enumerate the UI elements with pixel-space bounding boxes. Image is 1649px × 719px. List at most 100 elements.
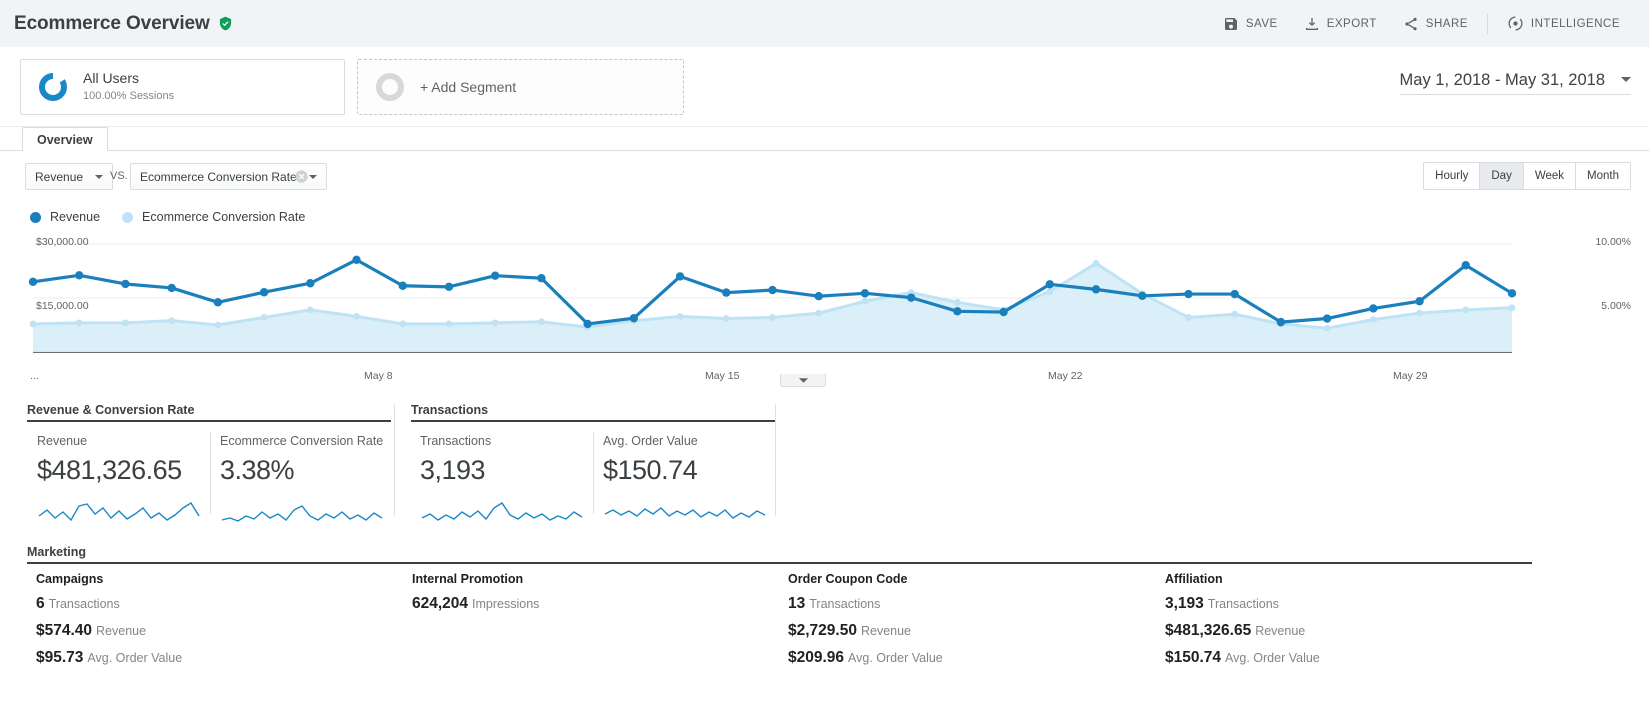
marketing-value: 6 [36,595,45,612]
marketing-label: Avg. Order Value [87,651,183,665]
page-title: Ecommerce Overview [14,12,210,34]
legend-label: Ecommerce Conversion Rate [142,210,306,224]
granularity-hourly-label: Hourly [1435,170,1469,182]
share-label: SHARE [1425,17,1468,30]
marketing-row: $2,729.50 Revenue [788,622,1128,640]
metric-card-value: $481,326.65 [37,455,182,485]
sparkline-avg-order-value [604,507,766,519]
tab-overview-label: Overview [37,132,93,147]
granularity-day-label: Day [1491,170,1512,182]
marketing-label: Avg. Order Value [1225,651,1320,665]
segment-title: All Users [83,70,140,87]
chart-collapse-toggle[interactable] [780,374,826,387]
timeseries-chart[interactable]: $30,000.00 $15,000.00 10.00% 5.00% ... M… [0,232,1649,392]
save-button[interactable]: SAVE [1210,9,1291,39]
add-segment-button[interactable]: + Add Segment [357,59,684,115]
section-divider [775,404,776,516]
marketing-heading: Campaigns [36,572,104,586]
legend-item-conversion-rate[interactable]: Ecommerce Conversion Rate [122,210,305,224]
tab-underline [0,150,1649,151]
marketing-heading: Order Coupon Code [788,572,908,586]
marketing-column-campaigns: Campaigns 6 Transactions $574.40 Revenue $… [36,572,376,667]
export-button[interactable]: EXPORT [1291,9,1390,39]
page-header: Ecommerce Overview SAVE EXPORT SHARE INT… [0,0,1649,47]
intelligence-sparkle-icon [1507,15,1524,32]
granularity-week-label: Week [1534,170,1565,182]
share-button[interactable]: SHARE [1390,9,1481,39]
segment-all-users[interactable]: All Users 100.00% Sessions [20,59,345,115]
metric-card-name: Transactions [420,434,492,448]
segment-all-users-text: All Users 100.00% Sessions [83,70,174,103]
marketing-label: Impressions [472,597,540,611]
date-range-selector[interactable]: May 1, 2018 - May 31, 2018 [1399,71,1631,95]
granularity-group: Hourly Day Week Month [1423,162,1631,190]
marketing-value: 624,204 [412,595,469,612]
chevron-down-icon [95,174,104,179]
marketing-column-internal-promotion: Internal Promotion 624,204 Impressions [412,572,752,613]
metric-card-transactions[interactable]: Transactions 3,193 [420,434,592,533]
segment-bar: All Users 100.00% Sessions + Add Segment… [0,47,1649,127]
legend-color-dot [30,211,41,223]
clear-circle-icon[interactable] [294,169,309,189]
save-label: SAVE [1245,17,1278,30]
x-axis-tick-3: May 22 [1048,370,1083,382]
marketing-label: Revenue [860,624,912,638]
marketing-row: $209.96 Avg. Order Value [788,649,1128,667]
date-range-value: May 1, 2018 - May 31, 2018 [1399,71,1605,89]
metric-card-conversion-rate[interactable]: Ecommerce Conversion Rate 3.38% [220,434,392,533]
section-rule [411,420,775,422]
section-divider [394,404,395,516]
granularity-day[interactable]: Day [1480,163,1524,189]
marketing-value: $2,729.50 [788,622,857,639]
verified-shield-icon [218,16,233,31]
marketing-label: Transactions [1207,597,1279,611]
legend-color-dot [122,211,134,223]
marketing-column-order-coupon-code: Order Coupon Code 13 Transactions $2,729.… [788,572,1128,667]
save-disk-icon [1223,16,1239,32]
marketing-label: Avg. Order Value [848,651,943,665]
share-nodes-icon [1403,16,1419,32]
card-divider [210,432,211,514]
metric-primary-label: Revenue [35,169,84,184]
chevron-down-icon [1621,77,1631,82]
metric-card-name: Revenue [37,434,88,448]
marketing-row: 3,193 Transactions [1165,595,1505,613]
intelligence-button[interactable]: INTELLIGENCE [1494,9,1633,39]
marketing-value: $150.74 [1165,649,1222,666]
tab-row: Overview [0,127,1649,151]
metric-card-value: 3.38% [220,455,295,485]
metric-card-avg-order-value[interactable]: Avg. Order Value $150.74 [603,434,775,533]
x-axis-tick-1: May 8 [364,370,393,382]
empty-donut-icon [374,71,406,103]
metric-card-name: Avg. Order Value [603,434,698,448]
intelligence-label: INTELLIGENCE [1530,17,1620,30]
marketing-row: $574.40 Revenue [36,622,376,640]
export-label: EXPORT [1326,17,1377,30]
marketing-label: Revenue [96,624,147,638]
marketing-row: 13 Transactions [788,595,1128,613]
marketing-column-affiliation: Affiliation 3,193 Transactions $481,326.6… [1165,572,1505,667]
chevron-down-icon [308,174,317,179]
section-rule [27,420,391,422]
section-rule [27,562,1532,564]
metric-card-revenue[interactable]: Revenue $481,326.65 [37,434,209,533]
tab-overview[interactable]: Overview [22,127,108,151]
granularity-month[interactable]: Month [1576,163,1630,189]
marketing-row: 6 Transactions [36,595,376,613]
chart-legend: Revenue Ecommerce Conversion Rate [30,210,305,224]
granularity-hourly[interactable]: Hourly [1424,163,1481,189]
sparkline-revenue [38,502,200,522]
metric-card-value: $150.74 [603,455,698,485]
export-download-icon [1304,16,1320,32]
marketing-row: 624,204 Impressions [412,595,752,613]
marketing-heading: Internal Promotion [412,572,524,586]
legend-item-revenue[interactable]: Revenue [30,210,100,224]
marketing-row: $95.73 Avg. Order Value [36,649,376,667]
ecommerce-overview-page: Ecommerce Overview SAVE EXPORT SHARE INT… [0,0,1649,719]
marketing-value: $481,326.65 [1165,622,1252,639]
sparkline-transactions [421,502,583,521]
granularity-week[interactable]: Week [1523,163,1577,189]
marketing-value: $574.40 [36,622,93,639]
card-divider [593,432,594,514]
metric-selector-primary[interactable]: Revenue [25,163,114,190]
